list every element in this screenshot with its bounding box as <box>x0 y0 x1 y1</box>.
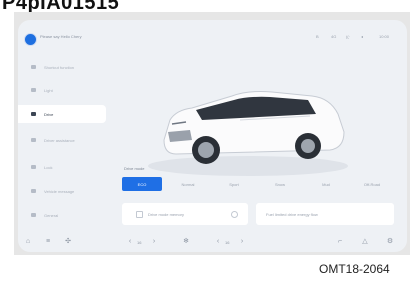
figure-code: OMT18-2064 <box>319 262 390 276</box>
sidebar-item-shortcut[interactable]: Shortcut function <box>18 58 106 76</box>
vehicle-message-icon <box>31 189 36 193</box>
tab-sport[interactable]: Sport <box>214 177 254 191</box>
fan-icon[interactable]: ✣ <box>64 237 72 245</box>
sidebar-item-label: Vehicle message <box>44 188 75 194</box>
steering-wheel-icon <box>31 112 36 116</box>
drive-mode-title: Drive mode <box>124 166 145 171</box>
sidebar-item-light[interactable]: Light <box>18 81 106 99</box>
warning-icon[interactable]: △ <box>361 237 369 245</box>
infotainment-screen: Please say Hello Chery B 4G ((· ◂ 10:00 … <box>18 20 407 252</box>
general-icon <box>31 213 36 217</box>
sidebar-item-label: Lock <box>44 164 53 170</box>
bluetooth-icon: B <box>316 34 319 39</box>
shortcut-icon <box>31 65 36 69</box>
volume-icon: ◂ <box>361 34 364 39</box>
sidebar-item-vehicle-message[interactable]: Vehicle message <box>18 182 106 200</box>
settings-icon[interactable]: ⚙ <box>386 237 394 245</box>
sidebar-item-label: Drive <box>44 111 54 117</box>
clock-text: 10:00 <box>379 34 390 39</box>
sidebar-item-lock[interactable]: Lock <box>18 158 106 176</box>
seat-heating-icon[interactable]: ⌐ <box>336 237 344 245</box>
sidebar-item-label: Driver assistance <box>44 137 75 143</box>
sidebar-item-label: Light <box>44 87 53 93</box>
right-temperature: 16 <box>225 240 230 245</box>
temp-increase-icon[interactable]: › <box>238 237 246 245</box>
card-label: Drive mode memory <box>148 212 185 217</box>
temp-increase-icon[interactable]: › <box>150 237 158 245</box>
temp-decrease-icon[interactable]: ‹ <box>126 237 134 245</box>
energy-flow-card[interactable]: Fuel limited drive energy flow <box>256 203 394 225</box>
bottom-control-bar: ⌂ ≡ ✣ ‹ 16 › ❄ ‹ 16 › ⌐ △ ⚙ <box>18 232 407 252</box>
tab-mud[interactable]: Mud <box>306 177 346 191</box>
sidebar-item-general[interactable]: General <box>18 206 106 224</box>
drive-mode-tabs: ECO Normal Sport Snow Mud Off-Road <box>122 177 394 191</box>
top-status-bar: Please say Hello Chery B 4G ((· ◂ 10:00 <box>18 20 407 58</box>
temp-decrease-icon[interactable]: ‹ <box>214 237 222 245</box>
menu-icon[interactable]: ≡ <box>44 237 52 245</box>
vehicle-image <box>148 91 348 176</box>
signal-icon: 4G <box>331 34 337 39</box>
sidebar-item-label: General <box>44 212 59 218</box>
card-label: Fuel limited drive energy flow <box>266 212 318 217</box>
tab-normal[interactable]: Normal <box>168 177 208 191</box>
voice-assistant-icon[interactable] <box>24 33 37 46</box>
home-icon[interactable]: ⌂ <box>24 237 32 245</box>
drive-mode-memory-card[interactable]: Drive mode memory <box>122 203 248 225</box>
left-temperature: 16 <box>137 240 142 245</box>
sidebar-item-driver-assistance[interactable]: Driver assistance <box>18 128 106 152</box>
sidebar-item-drive[interactable]: Drive <box>18 105 106 123</box>
settings-sidebar: Shortcut function Light Drive Driver ass… <box>18 58 106 234</box>
voice-prompt-text: Please say Hello Chery <box>40 34 82 39</box>
sidebar-item-label: Shortcut function <box>44 64 75 70</box>
driver-assistance-icon <box>31 138 36 142</box>
light-icon <box>31 88 36 92</box>
climate-icon[interactable]: ❄ <box>182 237 190 245</box>
wifi-icon: ((· <box>346 34 350 39</box>
tab-eco[interactable]: ECO <box>122 177 162 191</box>
tab-snow[interactable]: Snow <box>260 177 300 191</box>
memory-checkbox[interactable] <box>136 211 143 218</box>
info-icon[interactable] <box>231 211 238 218</box>
lock-icon <box>31 165 36 169</box>
tab-off-road[interactable]: Off-Road <box>352 177 392 191</box>
